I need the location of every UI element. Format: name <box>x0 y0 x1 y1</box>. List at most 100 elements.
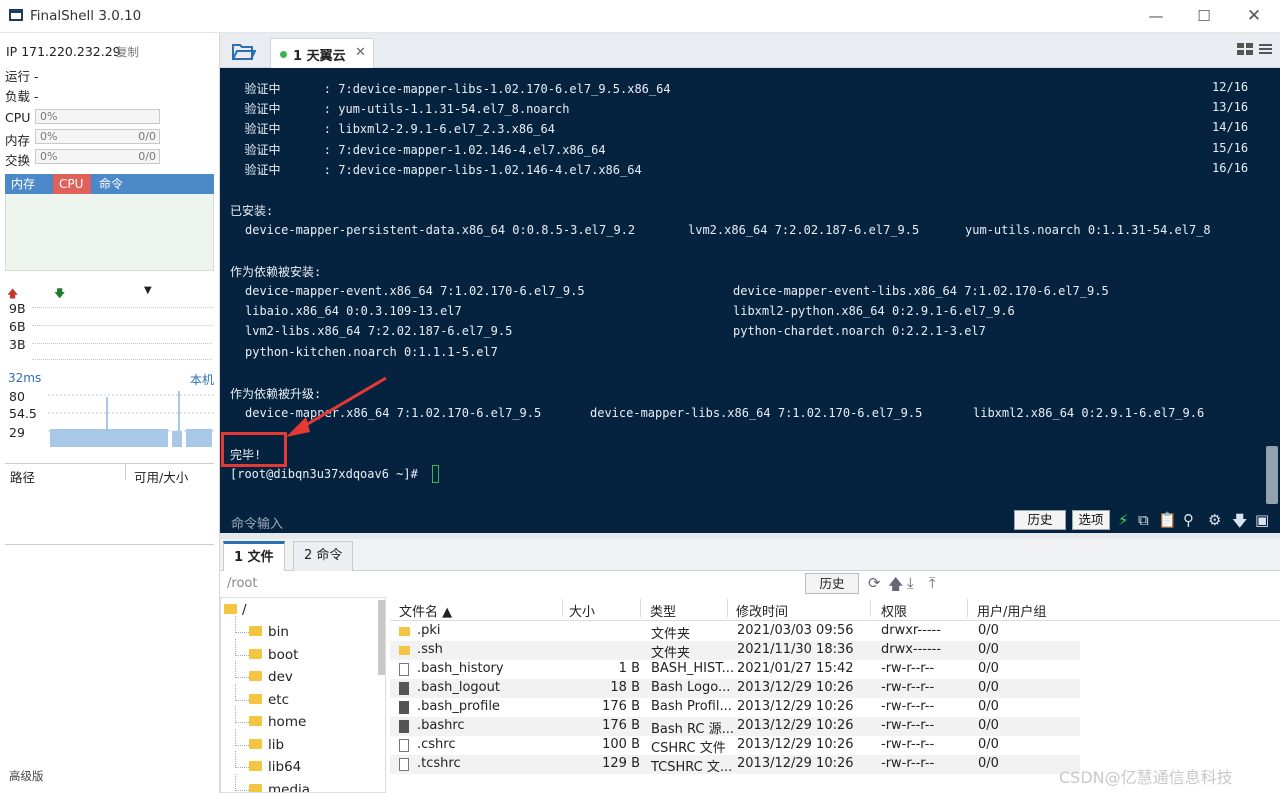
tree-connector <box>235 684 249 701</box>
file-permissions: drwx------ <box>881 642 942 657</box>
folder-icon <box>224 604 237 614</box>
file-owner: 0/0 <box>978 642 999 657</box>
column-divider <box>125 464 126 480</box>
tree-item-label: boot <box>268 647 299 663</box>
net-gridline <box>32 359 212 360</box>
tree-item-label: media <box>268 782 311 793</box>
cpu-meter: 0% <box>35 109 160 124</box>
copy-icon[interactable]: ⧉ <box>1138 511 1149 529</box>
tab-command[interactable]: 命令 <box>95 174 127 194</box>
terminal-progress: 12/16 <box>1212 80 1249 94</box>
upload-file-icon[interactable]: ⤒ <box>929 574 936 592</box>
disk-table: 路径 可用/大小 <box>5 463 214 545</box>
paste-icon[interactable]: 📋 <box>1158 511 1177 529</box>
folder-icon <box>249 784 262 792</box>
column-header-size[interactable]: 大小 <box>569 601 595 620</box>
gear-icon[interactable]: ⚙ <box>1208 511 1221 529</box>
close-tab-icon[interactable]: ✕ <box>355 45 366 60</box>
tree-item-label: lib64 <box>268 759 302 775</box>
download-file-icon[interactable]: ⤓ <box>907 574 914 592</box>
terminal-scrollbar[interactable] <box>1266 446 1278 504</box>
annotation-highlight-box <box>221 432 287 467</box>
terminal-cursor <box>432 465 439 483</box>
terminal-progress: 13/16 <box>1212 100 1249 114</box>
file-row[interactable]: .bashrc 176 B Bash RC 源... 2013/12/29 10:26… <box>390 717 1080 737</box>
file-type: BASH_HIST... <box>651 661 734 676</box>
connected-dot-icon <box>280 51 287 58</box>
lightning-icon[interactable]: ⚡ <box>1118 511 1129 529</box>
tree-item-label: etc <box>268 692 290 708</box>
net-axis-label: 9B <box>9 301 26 316</box>
file-row[interactable]: .tcshrc 129 B TCSHRC 文... 2013/12/29 10:26 -… <box>390 755 1080 775</box>
download-arrow-icon: 🡇 <box>54 287 66 300</box>
swap-amount: 0/0 <box>138 150 156 163</box>
file-name: .bash_history <box>417 661 504 676</box>
minimize-button[interactable]: — <box>1146 7 1166 25</box>
grid-layout-icon[interactable] <box>1237 43 1253 56</box>
terminal-progress: 16/16 <box>1212 161 1249 175</box>
available-size-column-header[interactable]: 可用/大小 <box>134 467 188 486</box>
path-column-header[interactable]: 路径 <box>10 467 35 486</box>
tab-memory[interactable]: 内存 <box>7 174 39 194</box>
file-row[interactable]: .bash_profile 176 B Bash Profil... 2013/12/… <box>390 698 1080 717</box>
session-tabbar: 1 天翼云 ✕ <box>220 33 1280 68</box>
options-button[interactable]: 选项 <box>1072 510 1110 530</box>
command-input-bar[interactable]: 命令输入 历史 选项 ⚡ ⧉ 📋 ⚲ ⚙ 🡇 ▣ <box>220 510 1280 533</box>
file-size: 1 B <box>618 661 640 676</box>
file-permissions: -rw-r--r-- <box>881 718 935 733</box>
file-type: Bash RC 源... <box>651 722 735 737</box>
file-row[interactable]: .cshrc 100 B CSHRC 文件 2013/12/29 10:26 -rw-r… <box>390 736 1080 756</box>
tree-item-label: home <box>268 714 307 730</box>
interface-dropdown-icon[interactable]: ▼ <box>144 285 152 296</box>
terminal[interactable]: 验证中 : 7:device-mapper-libs-1.02.170-6.el… <box>220 68 1280 533</box>
dep-package: python-chardet.noarch 0:2.2.1-3.el7 <box>733 324 986 338</box>
menu-icon[interactable] <box>1259 44 1272 56</box>
column-header-type[interactable]: 类型 <box>650 601 676 620</box>
path-history-button[interactable]: 历史 <box>805 573 859 594</box>
column-header-name[interactable]: 文件名 ▲ <box>399 601 452 620</box>
file-type: 文件夹 <box>651 627 691 642</box>
search-icon[interactable]: ⚲ <box>1183 511 1194 529</box>
dep-package: libxml2-python.x86_64 0:2.9.1-6.el7_9.6 <box>733 304 1015 318</box>
session-tab[interactable]: 1 天翼云 ✕ <box>270 38 374 68</box>
maximize-button[interactable]: ☐ <box>1194 7 1214 25</box>
tab-files[interactable]: 1 文件 <box>223 541 285 571</box>
file-type: CSHRC 文件 <box>651 741 726 756</box>
column-header-permissions[interactable]: 权限 <box>881 601 907 620</box>
file-permissions: -rw-r--r-- <box>881 680 935 695</box>
tree-item-label: lib <box>268 737 285 753</box>
file-row[interactable]: .bash_logout 18 B Bash Logo... 2013/12/29 1… <box>390 679 1080 698</box>
close-window-button[interactable]: ✕ <box>1244 7 1264 25</box>
server-ip: IP 171.220.232.29 <box>6 44 121 59</box>
up-directory-icon[interactable]: 🡅 <box>888 574 903 599</box>
fullscreen-icon[interactable]: ▣ <box>1255 511 1269 529</box>
tree-connector <box>235 774 249 791</box>
tab-cpu[interactable]: CPU <box>53 174 91 194</box>
refresh-icon[interactable]: ⟳ <box>868 574 881 592</box>
file-modified: 2021/03/03 09:56 <box>737 623 854 638</box>
history-button[interactable]: 历史 <box>1014 510 1066 530</box>
open-folder-icon[interactable] <box>232 42 256 60</box>
memory-label: 内存 <box>5 133 31 148</box>
current-path-input[interactable]: /root <box>227 576 257 591</box>
file-row[interactable]: .bash_history 1 B BASH_HIST... 2021/01/27 1… <box>390 660 1080 679</box>
file-row[interactable]: .pki 文件夹 2021/03/03 09:56 drwxr----- 0/0 <box>390 622 1080 642</box>
tab-commands[interactable]: 2 命令 <box>293 541 354 571</box>
tree-scrollbar[interactable] <box>378 600 385 675</box>
load-label: 负载 - <box>5 89 39 104</box>
column-divider <box>640 599 641 617</box>
tree-item[interactable]: media <box>221 774 376 793</box>
tree-connector <box>235 661 249 678</box>
file-row[interactable]: .ssh 文件夹 2021/11/30 18:36 drwx------ 0/0 <box>390 641 1080 661</box>
ping-chart <box>48 391 214 447</box>
file-owner: 0/0 <box>978 623 999 638</box>
copy-ip-button[interactable]: 复制 <box>116 44 139 60</box>
column-header-modified[interactable]: 修改时间 <box>736 601 788 620</box>
file-icon <box>399 739 409 752</box>
file-name: .bash_logout <box>417 680 500 695</box>
file-size: 176 B <box>602 718 640 733</box>
column-header-owner[interactable]: 用户/用户组 <box>977 601 1046 620</box>
net-gridline <box>32 325 212 326</box>
column-divider <box>870 599 871 617</box>
watermark: CSDN@亿慧通信息科技 <box>1059 768 1233 787</box>
